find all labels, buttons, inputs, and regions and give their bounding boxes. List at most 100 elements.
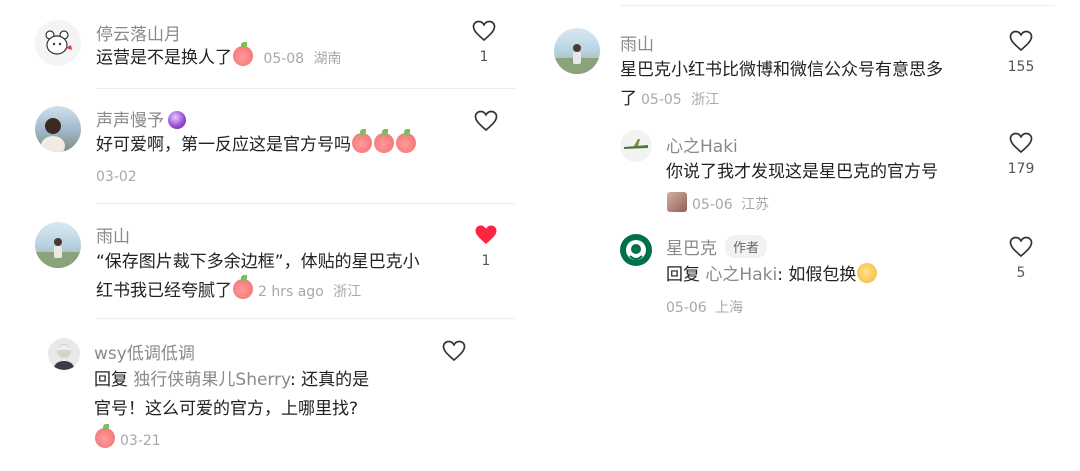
like-count: 155	[1007, 59, 1035, 75]
comment-body: 了	[620, 89, 637, 109]
avatar[interactable]	[35, 222, 81, 268]
comment-location: 浙江	[333, 284, 362, 300]
peach-emoji-icon	[233, 275, 253, 299]
heart-filled-icon	[475, 225, 497, 244]
portrait-avatar-icon	[554, 44, 600, 74]
starbucks-logo-icon	[621, 235, 651, 265]
smile-emoji-icon	[857, 263, 878, 283]
peach-emoji-icon	[233, 42, 253, 66]
comment-body: 运营是不是换人了	[96, 48, 232, 68]
portrait-avatar-icon	[35, 238, 81, 268]
crystal-ball-icon	[168, 111, 186, 129]
username[interactable]: 停云落山月	[96, 20, 181, 45]
comment-location: 湖南	[313, 51, 342, 67]
avatar[interactable]	[620, 234, 652, 266]
comment-text: 好可爱啊，第一反应这是官方号吗	[96, 129, 417, 160]
portrait-avatar-icon	[41, 118, 65, 152]
comment-date: 05-06	[692, 197, 733, 213]
right-comment-panel: 雨山 星巴克小红书比微博和微信公众号有意思多 了 05-05 浙江 155 心之H…	[540, 0, 1080, 471]
username-label: 声声慢予	[96, 111, 164, 131]
comment-body: 红书我已经夸腻了	[96, 281, 232, 301]
comment-item: 停云落山月 运营是不是换人了 05-08 湖南 1	[0, 0, 540, 86]
peach-emoji-icon	[95, 424, 115, 448]
comment-body-line1: 回复 独行侠萌果儿Sherry: 还真的是	[94, 366, 369, 395]
username[interactable]: wsy低调低调	[94, 339, 195, 364]
comment-text: 运营是不是换人了 05-08 湖南	[96, 42, 342, 74]
comment-date: 2 hrs ago	[258, 284, 324, 300]
like-count: 179	[1007, 161, 1035, 177]
reply-prefix: 回复	[666, 265, 700, 285]
comment-body-line1: “保存图片裁下多余边框”，体贴的星巴克小	[96, 252, 420, 272]
avatar[interactable]	[48, 338, 80, 370]
comment-body: 你说了我才发现这是星巴克的官方号	[666, 162, 938, 182]
like-button[interactable]: 1	[470, 20, 498, 65]
heart-outline-icon	[474, 110, 498, 132]
divider	[96, 88, 516, 89]
like-button[interactable]: 155	[1006, 30, 1036, 75]
reply-item: 星巴克 作者 回复 心之Haki: 如假包换 05-06 上海 5	[540, 226, 1080, 326]
comment-date: 05-06	[666, 300, 707, 316]
divider	[96, 318, 516, 319]
heart-outline-icon	[472, 20, 496, 42]
like-button[interactable]	[440, 340, 468, 362]
sticker-emoji-icon	[667, 192, 687, 212]
like-count: 5	[1016, 265, 1026, 281]
username[interactable]: 雨山	[620, 30, 654, 55]
comment-body-line1: 星巴克小红书比微博和微信公众号有意思多	[620, 60, 943, 80]
portrait-avatar-icon	[54, 344, 74, 370]
username[interactable]: 雨山	[96, 222, 130, 247]
heart-outline-icon	[1009, 132, 1033, 154]
comment-location: 浙江	[691, 92, 720, 108]
comment-meta: 05-06 上海	[666, 297, 743, 317]
like-button[interactable]: 1	[472, 224, 500, 269]
comment-text: 你说了我才发现这是星巴克的官方号	[666, 158, 938, 187]
comment-body: 好可爱啊，第一反应这是官方号吗	[96, 135, 351, 155]
like-button[interactable]	[472, 110, 500, 132]
avatar[interactable]	[554, 28, 600, 74]
author-badge: 作者	[725, 235, 768, 258]
comment-item: 声声慢予 好可爱啊，第一反应这是官方号吗 03-02	[0, 96, 540, 196]
like-button[interactable]: 179	[1006, 132, 1036, 177]
bear-avatar-icon	[35, 20, 81, 66]
comment-text: 回复 独行侠萌果儿Sherry: 还真的是 官号！这么可爱的官方，上哪里找?	[94, 366, 369, 424]
comment-date: 05-08	[263, 51, 305, 67]
comment-body: : 如假包换	[777, 265, 857, 285]
heart-outline-icon	[442, 340, 466, 362]
comment-meta: 03-21	[94, 424, 161, 449]
username[interactable]: 星巴克 作者	[666, 234, 768, 259]
comment-date: 03-21	[120, 433, 161, 449]
like-button[interactable]: 5	[1006, 236, 1036, 281]
avatar[interactable]	[35, 106, 81, 152]
plane-avatar-icon	[624, 139, 648, 149]
username[interactable]: 心之Haki	[666, 132, 738, 157]
peach-emoji-icon	[374, 129, 394, 153]
comment-meta: 05-06 江苏	[666, 192, 769, 214]
reply-target-user[interactable]: 独行侠萌果儿Sherry	[133, 370, 290, 390]
comment-item: 雨山 星巴克小红书比微博和微信公众号有意思多 了 05-05 浙江 155	[540, 18, 1080, 118]
comment-text: 星巴克小红书比微博和微信公众号有意思多 了 05-05 浙江	[620, 56, 943, 115]
divider	[96, 203, 516, 204]
reply-item: wsy低调低调 回复 独行侠萌果儿Sherry: 还真的是 官号！这么可爱的官方…	[0, 330, 540, 471]
username[interactable]: 声声慢予	[96, 106, 186, 131]
like-count: 1	[481, 253, 491, 269]
comment-text: 回复 心之Haki: 如假包换	[666, 261, 878, 290]
comment-location: 上海	[715, 300, 744, 316]
comment-item: 雨山 “保存图片裁下多余边框”，体贴的星巴克小 红书我已经夸腻了 2 hrs ag…	[0, 212, 540, 312]
reply-item: 心之Haki 你说了我才发现这是星巴克的官方号 05-06 江苏 179	[540, 124, 1080, 220]
avatar[interactable]	[35, 20, 81, 66]
comment-date: 05-05	[641, 92, 682, 108]
comment-date: 03-02	[96, 169, 137, 185]
reply-prefix: 回复	[94, 370, 128, 390]
comment-body-line2: 了 05-05 浙江	[620, 85, 943, 115]
avatar[interactable]	[620, 130, 652, 162]
like-count: 1	[479, 49, 489, 65]
username-label: 星巴克	[666, 239, 717, 259]
reply-target-user[interactable]: 心之Haki	[705, 265, 777, 285]
comment-body-line2: 红书我已经夸腻了 2 hrs ago 浙江	[96, 275, 420, 307]
comment-body-line2: 官号！这么可爱的官方，上哪里找?	[94, 399, 359, 419]
comment-text: “保存图片裁下多余边框”，体贴的星巴克小 红书我已经夸腻了 2 hrs ago 浙…	[96, 248, 420, 307]
peach-emoji-icon	[396, 129, 416, 153]
left-comment-panel: 停云落山月 运营是不是换人了 05-08 湖南 1 声声慢予 好可爱啊，第一反应…	[0, 0, 540, 471]
divider	[620, 5, 1055, 6]
comment-body: : 还真的是	[289, 370, 370, 390]
